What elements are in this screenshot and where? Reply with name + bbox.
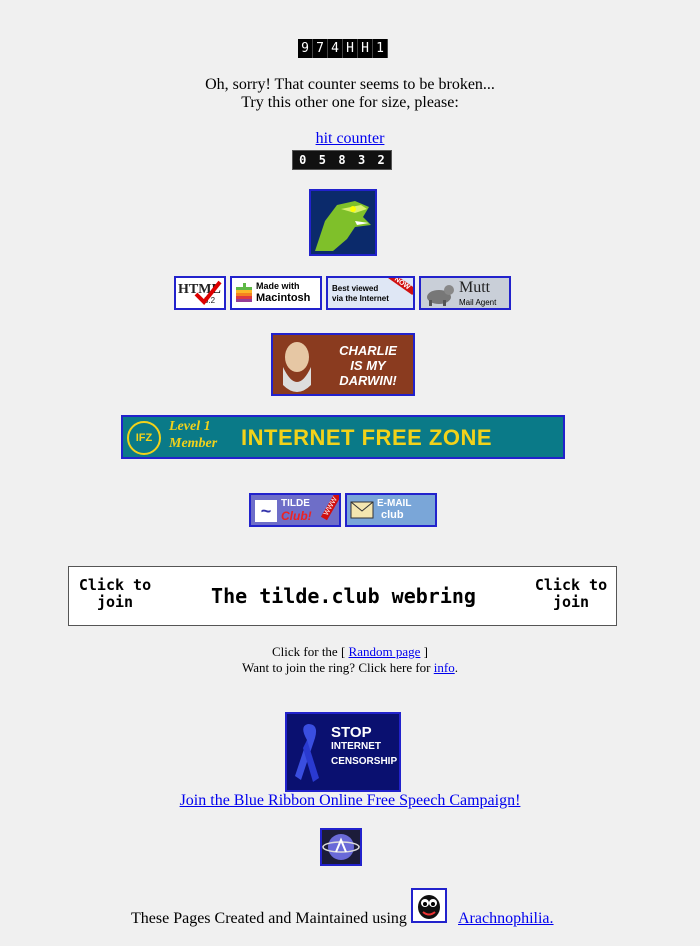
mutt-badge-line1: Mutt xyxy=(459,279,491,296)
best-badge-line1: Best viewed xyxy=(332,284,379,293)
ifz-logo: IFZ xyxy=(127,421,161,455)
email-badge-line2: club xyxy=(381,509,404,521)
darwin-line1: CHARLIE xyxy=(339,343,397,358)
webring-right-click: Click to xyxy=(534,576,608,594)
ribbon-line2: INTERNET xyxy=(331,741,381,752)
mac-badge-line2: Macintosh xyxy=(256,292,311,304)
counter-digit: H xyxy=(343,39,358,58)
gator-logo[interactable] xyxy=(309,189,377,256)
webring-right-join: join xyxy=(552,593,590,611)
blue-ribbon-icon xyxy=(295,724,319,782)
hit-counter-image[interactable]: 0 5 8 3 2 xyxy=(292,150,392,170)
mutt-badge-line2: Mail Agent xyxy=(459,298,497,307)
random-page-link[interactable]: Random page xyxy=(349,644,421,659)
spider-face-icon xyxy=(418,895,440,919)
blue-ribbon-campaign-link[interactable]: Join the Blue Ribbon Online Free Speech … xyxy=(180,792,521,809)
best-badge-corner: NOW xyxy=(387,278,413,295)
sorry-line-2: Try this other one for size, please: xyxy=(241,94,459,111)
counter-digit: 2 xyxy=(377,153,385,167)
counter-digit: 8 xyxy=(338,153,346,167)
darwin-line2: IS MY xyxy=(350,358,386,373)
email-club-badge[interactable]: E-MAIL club xyxy=(345,493,437,527)
ring-line2-prefix: Want to join the ring? Click here for xyxy=(242,660,431,675)
html-3-2-badge[interactable]: HTML 3.2 xyxy=(174,276,226,310)
tilde-badge-line1: TILDE xyxy=(281,498,310,509)
darwin-portrait-icon xyxy=(283,342,311,392)
tilde-club-badge[interactable]: ~ TILDE Club! WWW xyxy=(249,493,341,527)
footer-text: These Pages Created and Maintained using xyxy=(131,910,407,927)
hit-counter-link[interactable]: hit counter xyxy=(316,130,385,147)
stop-internet-censorship-banner[interactable]: STOP INTERNET CENSORSHIP xyxy=(285,712,401,792)
arachnophilia-logo[interactable] xyxy=(411,888,447,923)
counter-digit: 3 xyxy=(357,153,366,167)
broken-counter-image: 9 7 4 H H 1 xyxy=(298,39,388,58)
globe-icon xyxy=(322,830,360,864)
ring-info-line: Want to join the ring? Click here for in… xyxy=(0,660,700,676)
email-badge-line1: E-MAIL xyxy=(377,498,412,509)
made-with-macintosh-badge[interactable]: Made with Macintosh xyxy=(230,276,322,310)
mac-badge-line1: Made with xyxy=(256,281,300,291)
counter-digit: 4 xyxy=(328,39,343,58)
gator-icon xyxy=(311,191,375,254)
ring-line1-prefix: Click for the [ xyxy=(272,644,346,659)
best-viewed-badge[interactable]: Best viewed via the Internet NOW xyxy=(326,276,415,310)
tilde-badge-line2: Club! xyxy=(281,509,312,523)
ring-info-link[interactable]: info xyxy=(434,660,455,675)
counter-digit: 9 xyxy=(298,39,313,58)
internet-free-zone-banner[interactable]: IFZ Level 1 Member INTERNET FREE ZONE xyxy=(121,415,565,459)
ifz-title: INTERNET FREE ZONE xyxy=(241,425,493,450)
tilde-club-webring: Click to join The tilde.club webring Cli… xyxy=(68,566,617,626)
checkmark-icon xyxy=(194,280,222,305)
counter-digit: 7 xyxy=(313,39,328,58)
ring-line2-suffix: . xyxy=(454,660,458,675)
tilde-icon: ~ xyxy=(255,500,277,522)
ifz-level: Level 1 xyxy=(169,419,211,434)
darwin-line3: DARWIN! xyxy=(339,373,397,388)
globe-logo-link[interactable] xyxy=(320,828,362,866)
ifz-member: Member xyxy=(169,436,218,451)
charlie-is-my-darwin-banner[interactable]: CHARLIE IS MY DARWIN! xyxy=(271,333,415,396)
counter-digit: H xyxy=(358,39,373,58)
counter-digit: 0 xyxy=(299,153,307,167)
apple-logo-icon xyxy=(236,283,252,302)
counter-digit: 1 xyxy=(373,39,388,58)
arachnophilia-link[interactable]: Arachnophilia. xyxy=(458,910,554,927)
counter-digit: 5 xyxy=(318,153,326,167)
mutt-mail-agent-badge[interactable]: Mutt Mail Agent xyxy=(419,276,511,310)
ring-line1-suffix: ] xyxy=(423,644,428,659)
best-badge-line2: via the Internet xyxy=(332,294,389,303)
envelope-icon xyxy=(350,501,374,519)
ring-random-line: Click for the [ Random page ] xyxy=(0,644,700,660)
webring-join-right[interactable]: Click to join xyxy=(531,577,611,611)
ribbon-line3: CENSORSHIP xyxy=(331,756,398,767)
sorry-line-1: Oh, sorry! That counter seems to be brok… xyxy=(205,76,495,93)
tilde-badge-corner: WWW xyxy=(321,495,339,521)
ribbon-line1: STOP xyxy=(331,724,372,741)
dog-icon xyxy=(427,285,454,306)
